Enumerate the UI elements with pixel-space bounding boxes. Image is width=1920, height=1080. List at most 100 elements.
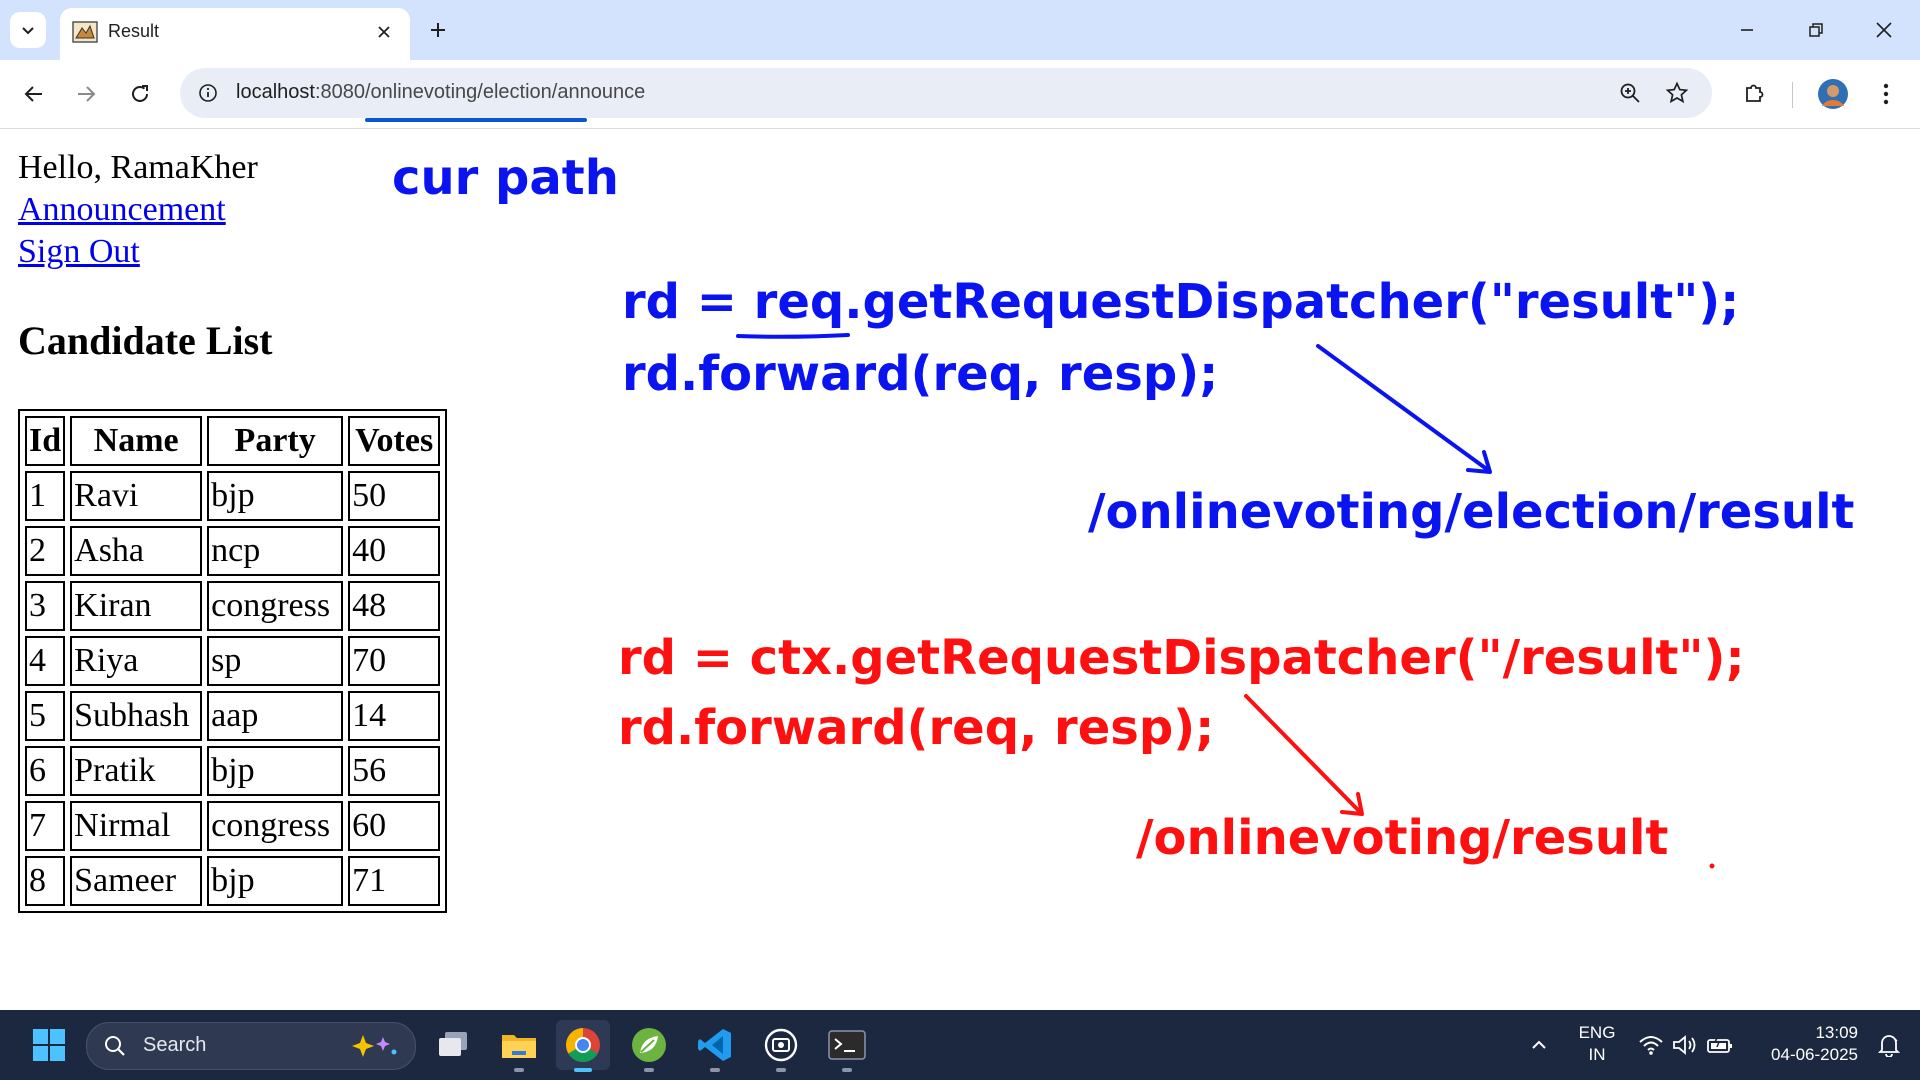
tab-search-button[interactable] — [10, 12, 46, 48]
cell-name: Pratik — [70, 746, 203, 796]
profile-button[interactable] — [1813, 74, 1853, 114]
site-info-button[interactable] — [192, 77, 224, 109]
running-indicator — [710, 1068, 720, 1072]
zoom-button[interactable] — [1610, 73, 1650, 113]
red-result-path: /onlinevoting/result — [1136, 810, 1669, 866]
battery-icon — [1707, 1035, 1732, 1053]
page-heading: Candidate List — [18, 318, 273, 363]
cell-votes: 14 — [348, 691, 441, 741]
cell-votes: 60 — [348, 801, 441, 851]
windows-taskbar: Search ENG IN 13:09 04-06-2025 — [0, 1010, 1920, 1080]
quick-settings-button[interactable] — [1634, 1020, 1738, 1070]
candidate-table: Id Name Party Votes 1 Ravi bjp 50 2 Asha ncp 4… — [18, 409, 448, 913]
tab-strip: Result — [0, 0, 1920, 60]
blue-code-rest: .getRequestDispatcher("result"); — [844, 274, 1740, 330]
address-bar[interactable]: localhost:8080/onlinevoting/election/ann… — [180, 68, 1712, 118]
cell-party: aap — [207, 691, 344, 741]
column-header-name: Name — [70, 416, 203, 466]
terminal-button[interactable] — [820, 1020, 874, 1072]
volume-icon — [1673, 1035, 1696, 1055]
running-indicator — [514, 1068, 524, 1072]
menu-button[interactable] — [1866, 74, 1906, 114]
kebab-menu-icon — [1883, 83, 1889, 105]
language-indicator[interactable]: ENG IN — [1572, 1022, 1622, 1066]
avatar — [1818, 79, 1848, 109]
url-text[interactable]: localhost:8080/onlinevoting/election/ann… — [236, 81, 645, 104]
table-row: 3 Kiran congress 48 — [25, 581, 441, 631]
language-code: ENG — [1578, 1023, 1616, 1042]
table-row: 2 Asha ncp 40 — [25, 526, 441, 576]
back-button[interactable] — [14, 74, 54, 114]
cell-name: Subhash — [70, 691, 203, 741]
announcement-link[interactable]: Announcement — [18, 191, 226, 229]
clock[interactable]: 13:09 04-06-2025 — [1748, 1022, 1858, 1066]
cell-name: Ravi — [70, 471, 203, 521]
running-indicator — [776, 1068, 786, 1072]
tab-result[interactable]: Result — [60, 8, 410, 60]
cell-votes: 71 — [348, 856, 441, 906]
cell-party: congress — [207, 581, 344, 631]
cell-id: 5 — [25, 691, 66, 741]
close-window-button[interactable] — [1862, 10, 1906, 50]
cell-id: 1 — [25, 471, 66, 521]
blue-code-prefix: rd = — [622, 274, 754, 330]
cell-votes: 48 — [348, 581, 441, 631]
cell-name: Asha — [70, 526, 203, 576]
windows-logo-icon — [33, 1029, 65, 1061]
cell-id: 2 — [25, 526, 66, 576]
tab-close-button[interactable] — [370, 18, 398, 46]
terminal-icon — [828, 1030, 866, 1060]
cell-party: bjp — [207, 856, 344, 906]
cell-id: 6 — [25, 746, 66, 796]
taskbar-search[interactable]: Search — [86, 1022, 416, 1070]
table-row: 8 Sameer bjp 71 — [25, 856, 441, 906]
toolbar-divider — [1792, 82, 1793, 108]
restore-button[interactable] — [1794, 10, 1838, 50]
extensions-button[interactable] — [1734, 74, 1774, 114]
url-path-highlight — [365, 118, 587, 122]
wifi-icon — [1639, 1036, 1663, 1055]
chrome-button[interactable] — [556, 1020, 610, 1072]
cell-name: Nirmal — [70, 801, 203, 851]
file-explorer-button[interactable] — [492, 1020, 546, 1072]
blue-code-line-2: rd.forward(req, resp); — [622, 346, 1219, 402]
cell-id: 4 — [25, 636, 66, 686]
vscode-button[interactable] — [688, 1020, 742, 1072]
active-indicator — [574, 1068, 592, 1072]
table-row: 5 Subhash aap 14 — [25, 691, 441, 741]
bookmark-button[interactable] — [1657, 73, 1697, 113]
url-host: localhost — [236, 81, 315, 103]
cell-votes: 50 — [348, 471, 441, 521]
close-icon — [378, 26, 390, 38]
url-path: :8080/onlinevoting/election/announce — [314, 81, 646, 103]
cell-id: 8 — [25, 856, 66, 906]
search-placeholder: Search — [143, 1034, 207, 1056]
snipping-tool-button[interactable] — [754, 1020, 808, 1072]
new-tab-button[interactable] — [422, 14, 454, 46]
cell-name: Riya — [70, 636, 203, 686]
reload-button[interactable] — [120, 74, 160, 114]
notifications-button[interactable] — [1866, 1020, 1912, 1070]
snipping-tool-icon — [764, 1028, 798, 1062]
minimize-button[interactable] — [1725, 10, 1769, 50]
spring-tool-suite-button[interactable] — [622, 1020, 676, 1072]
cell-votes: 70 — [348, 636, 441, 686]
column-header-id: Id — [25, 416, 66, 466]
table-row: 7 Nirmal congress 60 — [25, 801, 441, 851]
arrow-left-icon — [24, 86, 42, 102]
start-button[interactable] — [22, 1020, 76, 1070]
running-indicator — [644, 1068, 654, 1072]
show-hidden-icons-button[interactable] — [1514, 1020, 1564, 1070]
table-row: 4 Riya sp 70 — [25, 636, 441, 686]
chevron-up-icon — [1532, 1040, 1546, 1049]
task-view-button[interactable] — [426, 1020, 480, 1070]
cell-id: 7 — [25, 801, 66, 851]
cell-name: Kiran — [70, 581, 203, 631]
forward-button[interactable] — [66, 74, 106, 114]
spring-leaf-icon — [632, 1028, 666, 1062]
blue-code-line-1: rd = req.getRequestDispatcher("result"); — [622, 274, 1739, 330]
tomcat-favicon-icon — [72, 21, 98, 43]
cell-votes: 40 — [348, 526, 441, 576]
sign-out-link[interactable]: Sign Out — [18, 233, 140, 271]
running-indicator — [842, 1068, 852, 1072]
